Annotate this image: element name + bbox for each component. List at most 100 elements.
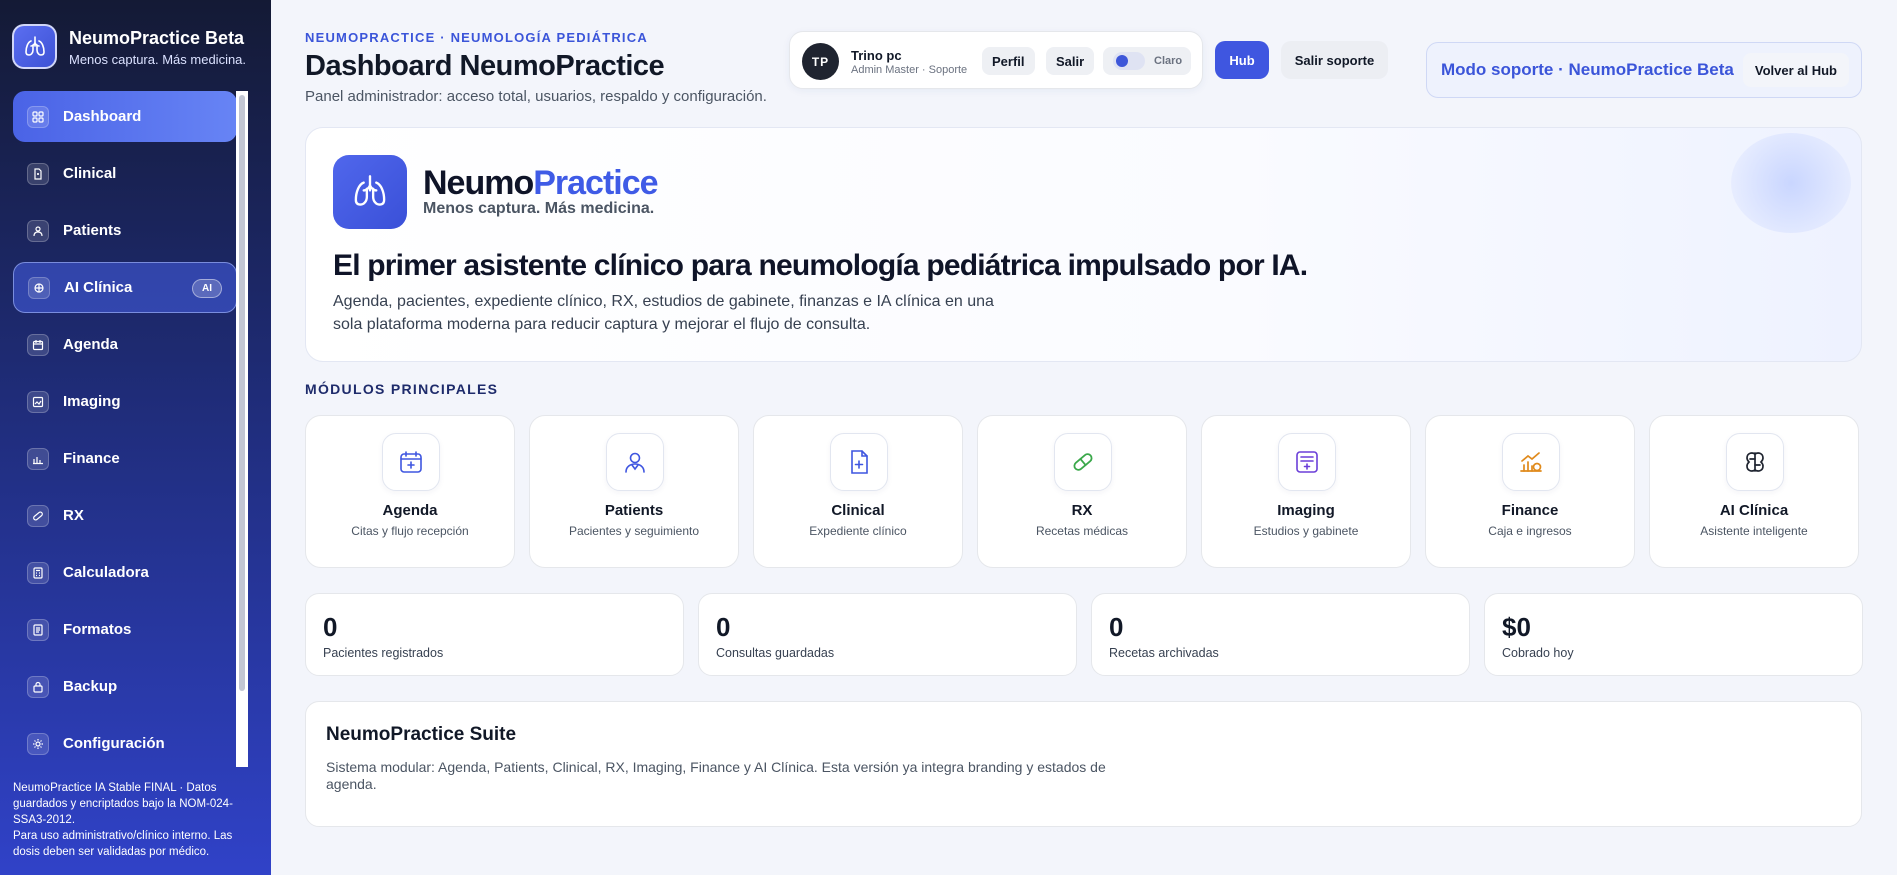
stat-value: 0 <box>1109 612 1124 642</box>
theme-toggle[interactable]: Claro <box>1103 47 1191 75</box>
back-to-hub-button[interactable]: Volver al Hub <box>1742 53 1849 87</box>
sidebar-scrollbar-thumb[interactable] <box>239 95 245 691</box>
exit-support-button[interactable]: Salir soporte <box>1281 41 1388 79</box>
module-desc: Pacientes y seguimiento <box>568 524 700 538</box>
module-card-clinical[interactable]: Clinical Expediente clínico <box>753 415 963 568</box>
ai-badge: AI <box>192 279 222 298</box>
hub-button[interactable]: Hub <box>1215 41 1269 79</box>
image-icon <box>1278 433 1336 491</box>
backup-icon <box>27 675 49 698</box>
user-icon <box>606 433 664 491</box>
support-mode-banner: Modo soporte · NeumoPractice Beta Volver… <box>1426 42 1862 98</box>
sidebar-item-calculadora[interactable]: Calculadora <box>13 547 237 598</box>
brain-icon <box>1726 433 1784 491</box>
page-subtitle: Panel administrador: acceso total, usuar… <box>305 88 767 105</box>
sidebar-item-dashboard[interactable]: Dashboard <box>13 91 237 142</box>
sidebar-nav: Dashboard Clinical Patients AI Clínica A… <box>13 91 237 775</box>
suite-title: NeumoPractice Suite <box>326 724 517 745</box>
document-icon <box>27 162 49 185</box>
page-title: Dashboard NeumoPractice <box>305 50 665 82</box>
module-name: Finance <box>1501 502 1559 519</box>
calendar-icon <box>382 433 440 491</box>
gear-icon <box>27 732 49 755</box>
stat-label: Cobrado hoy <box>1502 646 1574 660</box>
stat-card-patients: 0 Pacientes registrados <box>305 593 684 676</box>
hero-headline: El primer asistente clínico para neumolo… <box>333 249 1308 282</box>
sidebar-item-configuracion[interactable]: Configuración <box>13 718 237 769</box>
theme-toggle-label: Claro <box>1154 55 1183 67</box>
user-name: Trino pc <box>851 48 902 63</box>
sidebar-item-ai-clinica[interactable]: AI Clínica AI <box>13 262 237 313</box>
sidebar-item-agenda[interactable]: Agenda <box>13 319 237 370</box>
user-card: TP Trino pc Admin Master · Soporte Perfi… <box>789 31 1203 89</box>
avatar[interactable]: TP <box>802 43 839 80</box>
module-card-ai-clinica[interactable]: AI Clínica Asistente inteligente <box>1649 415 1859 568</box>
document-icon <box>830 433 888 491</box>
footer-legal-text: NeumoPractice IA Stable FINAL · Datos gu… <box>13 782 233 826</box>
sidebar-item-rx[interactable]: RX <box>13 490 237 541</box>
lungs-logo-icon <box>333 155 407 229</box>
stat-card-prescriptions: 0 Recetas archivadas <box>1091 593 1470 676</box>
module-card-imaging[interactable]: Imaging Estudios y gabinete <box>1201 415 1411 568</box>
sidebar-item-label: Dashboard <box>63 108 142 125</box>
brand[interactable]: NeumoPractice Beta Menos captura. Más me… <box>12 24 246 69</box>
sidebar-item-label: Patients <box>63 222 122 239</box>
sidebar-item-finance[interactable]: Finance <box>13 433 237 484</box>
module-name: Imaging <box>1277 502 1335 519</box>
hero-tagline: Menos captura. Más medicina. <box>423 200 655 217</box>
hero-brand: NeumoPractice <box>423 164 659 202</box>
chart-icon <box>1502 433 1560 491</box>
sidebar-item-label: Formatos <box>63 621 132 638</box>
hero-description: Agenda, pacientes, expediente clínico, R… <box>333 293 994 333</box>
hero-card: NeumoPractice Menos captura. Más medicin… <box>305 127 1862 362</box>
sidebar-item-label: RX <box>63 507 84 524</box>
user-role: Admin Master · Soporte <box>851 64 968 76</box>
stat-card-consultations: 0 Consultas guardadas <box>698 593 1077 676</box>
support-mode-text: Modo soporte · NeumoPractice Beta <box>1441 60 1734 79</box>
hero-brand-part2: Practice <box>533 164 658 202</box>
module-desc: Asistente inteligente <box>1700 524 1808 538</box>
hero-brand-part1: Neumo <box>423 164 534 202</box>
modules-section-title: MÓDULOS PRINCIPALES <box>305 381 499 397</box>
page-eyebrow: NEUMOPRACTICE · NEUMOLOGÍA PEDIÁTRICA <box>305 30 648 45</box>
sidebar-item-label: Imaging <box>63 393 121 410</box>
stat-value: $0 <box>1502 612 1531 642</box>
module-desc: Recetas médicas <box>1035 524 1129 538</box>
sidebar-item-formatos[interactable]: Formatos <box>13 604 237 655</box>
module-desc: Citas y flujo recepción <box>351 524 469 538</box>
theme-toggle-knob <box>1116 55 1128 67</box>
brain-icon <box>28 276 50 299</box>
stat-label: Pacientes registrados <box>323 646 444 660</box>
sidebar: NeumoPractice Beta Menos captura. Más me… <box>0 0 271 875</box>
module-card-rx[interactable]: RX Recetas médicas <box>977 415 1187 568</box>
sidebar-item-patients[interactable]: Patients <box>13 205 237 256</box>
sidebar-item-label: Backup <box>63 678 118 695</box>
sidebar-item-imaging[interactable]: Imaging <box>13 376 237 427</box>
image-icon <box>27 390 49 413</box>
stat-value: 0 <box>323 612 338 642</box>
pill-icon <box>1054 433 1112 491</box>
suite-description: Sistema modular: Agenda, Patients, Clini… <box>326 759 1106 792</box>
forms-icon <box>27 618 49 641</box>
module-desc: Caja e ingresos <box>1488 524 1572 538</box>
profile-button[interactable]: Perfil <box>982 47 1035 75</box>
sidebar-item-label: Configuración <box>63 735 165 752</box>
module-card-finance[interactable]: Finance Caja e ingresos <box>1425 415 1635 568</box>
module-name: Agenda <box>382 502 438 519</box>
grid-icon <box>27 105 49 128</box>
stat-card-collected: $0 Cobrado hoy <box>1484 593 1863 676</box>
sidebar-item-label: Clinical <box>63 165 117 182</box>
footer-usage-text: Para uso administrativo/clínico interno.… <box>13 830 233 858</box>
sidebar-item-label: Agenda <box>63 336 119 353</box>
sidebar-item-label: AI Clínica <box>64 279 133 296</box>
module-desc: Estudios y gabinete <box>1253 524 1359 538</box>
calendar-icon <box>27 333 49 356</box>
sidebar-item-clinical[interactable]: Clinical <box>13 148 237 199</box>
module-card-patients[interactable]: Patients Pacientes y seguimiento <box>529 415 739 568</box>
module-name: Patients <box>604 502 664 519</box>
sidebar-footer-note: NeumoPractice IA Stable FINAL · Datos gu… <box>13 780 253 860</box>
module-card-agenda[interactable]: Agenda Citas y flujo recepción <box>305 415 515 568</box>
sidebar-item-backup[interactable]: Backup <box>13 661 237 712</box>
logout-button[interactable]: Salir <box>1046 47 1095 75</box>
calculator-icon <box>27 561 49 584</box>
